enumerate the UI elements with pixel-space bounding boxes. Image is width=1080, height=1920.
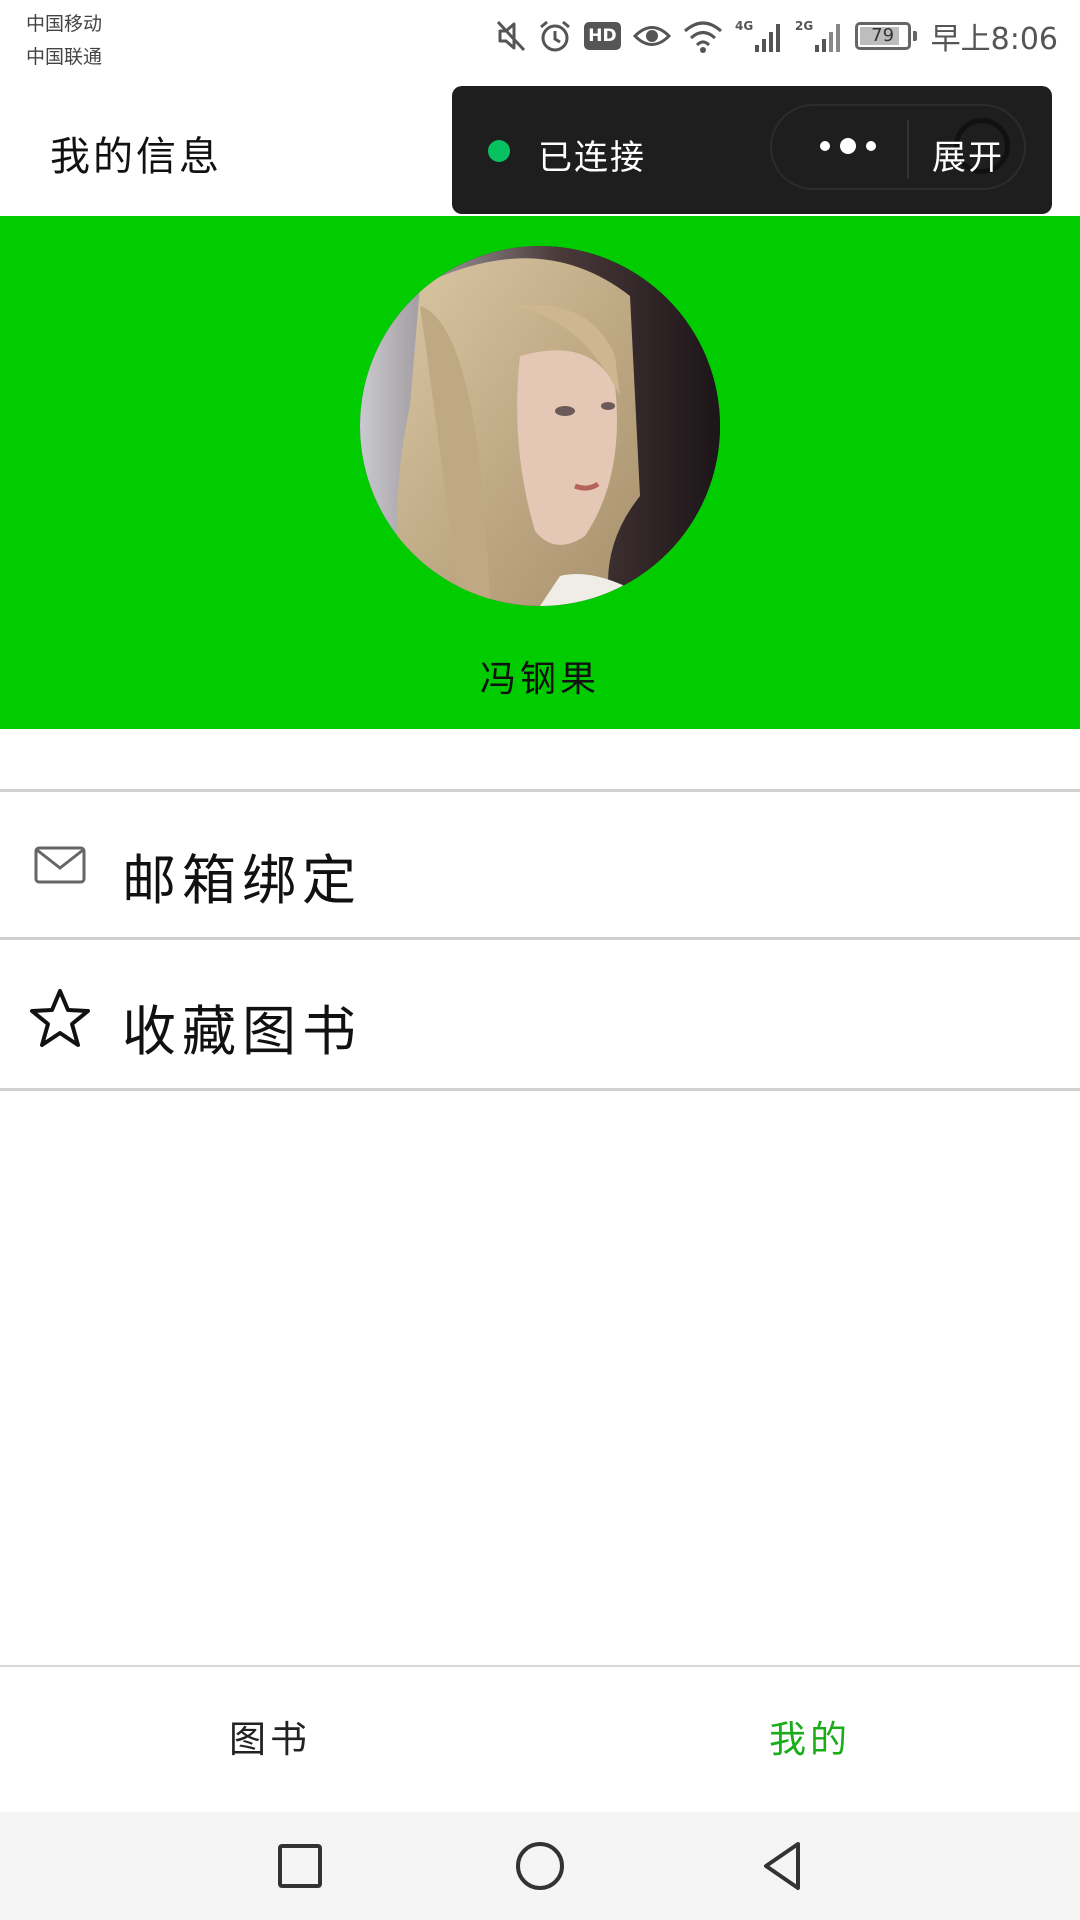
menu-item-label: 邮箱绑定 — [122, 849, 362, 912]
svg-text:4G: 4G — [735, 19, 753, 33]
expand-button[interactable]: 展开 — [932, 130, 1004, 179]
carrier-2: 中国联通 — [26, 46, 103, 68]
recent-apps-icon[interactable] — [270, 1836, 330, 1896]
connection-status: 已连接 — [538, 138, 646, 178]
avatar-image[interactable] — [360, 246, 720, 606]
hd-icon: HD — [584, 22, 621, 50]
capsule-divider — [907, 120, 909, 178]
status-time: 早上8:06 — [930, 22, 1058, 57]
user-name: 冯钢果 — [479, 659, 600, 700]
home-icon[interactable] — [510, 1836, 570, 1896]
eye-icon — [632, 26, 671, 46]
battery-icon: 79 — [854, 22, 917, 50]
menu-item-favorite-books[interactable]: 收藏图书 — [0, 943, 1080, 1091]
tab-mine[interactable]: 我的 — [540, 1667, 1080, 1812]
alarm-icon — [540, 20, 571, 52]
connection-capsule[interactable]: 已连接 展开 — [452, 86, 1052, 214]
mail-icon — [34, 846, 86, 884]
profile-banner: 冯钢果 — [0, 216, 1080, 729]
mute-icon — [497, 20, 526, 52]
star-icon — [30, 989, 90, 1047]
carrier-info: 中国移动 中国联通 — [26, 8, 102, 74]
back-icon[interactable] — [754, 1836, 814, 1896]
status-bar: 中国移动 中国联通 HD 4G 2G 79 早上8:06 — [0, 0, 1080, 80]
app-screen: 中国移动 中国联通 HD 4G 2G 79 早上8:06 我的信息 已连接 展开… — [0, 0, 1080, 1920]
signal-4g-icon: 4G — [735, 19, 780, 52]
carrier-1: 中国移动 — [26, 13, 103, 35]
tab-bar: 图书 我的 — [0, 1665, 1080, 1812]
tab-books[interactable]: 图书 — [0, 1667, 540, 1812]
page-title: 我的信息 — [50, 134, 222, 180]
system-nav-bar — [0, 1812, 1080, 1920]
svg-text:2G: 2G — [795, 19, 813, 33]
battery-level: 79 — [871, 25, 895, 46]
menu-item-label: 收藏图书 — [122, 1000, 362, 1063]
more-icon[interactable] — [800, 126, 896, 168]
status-dot-icon — [488, 140, 510, 162]
wifi-icon — [683, 21, 722, 53]
status-icons: HD 4G 2G 79 早上8:06 — [496, 14, 1058, 58]
signal-2g-icon: 2G — [795, 19, 840, 52]
menu-item-email-binding[interactable]: 邮箱绑定 — [0, 792, 1080, 940]
